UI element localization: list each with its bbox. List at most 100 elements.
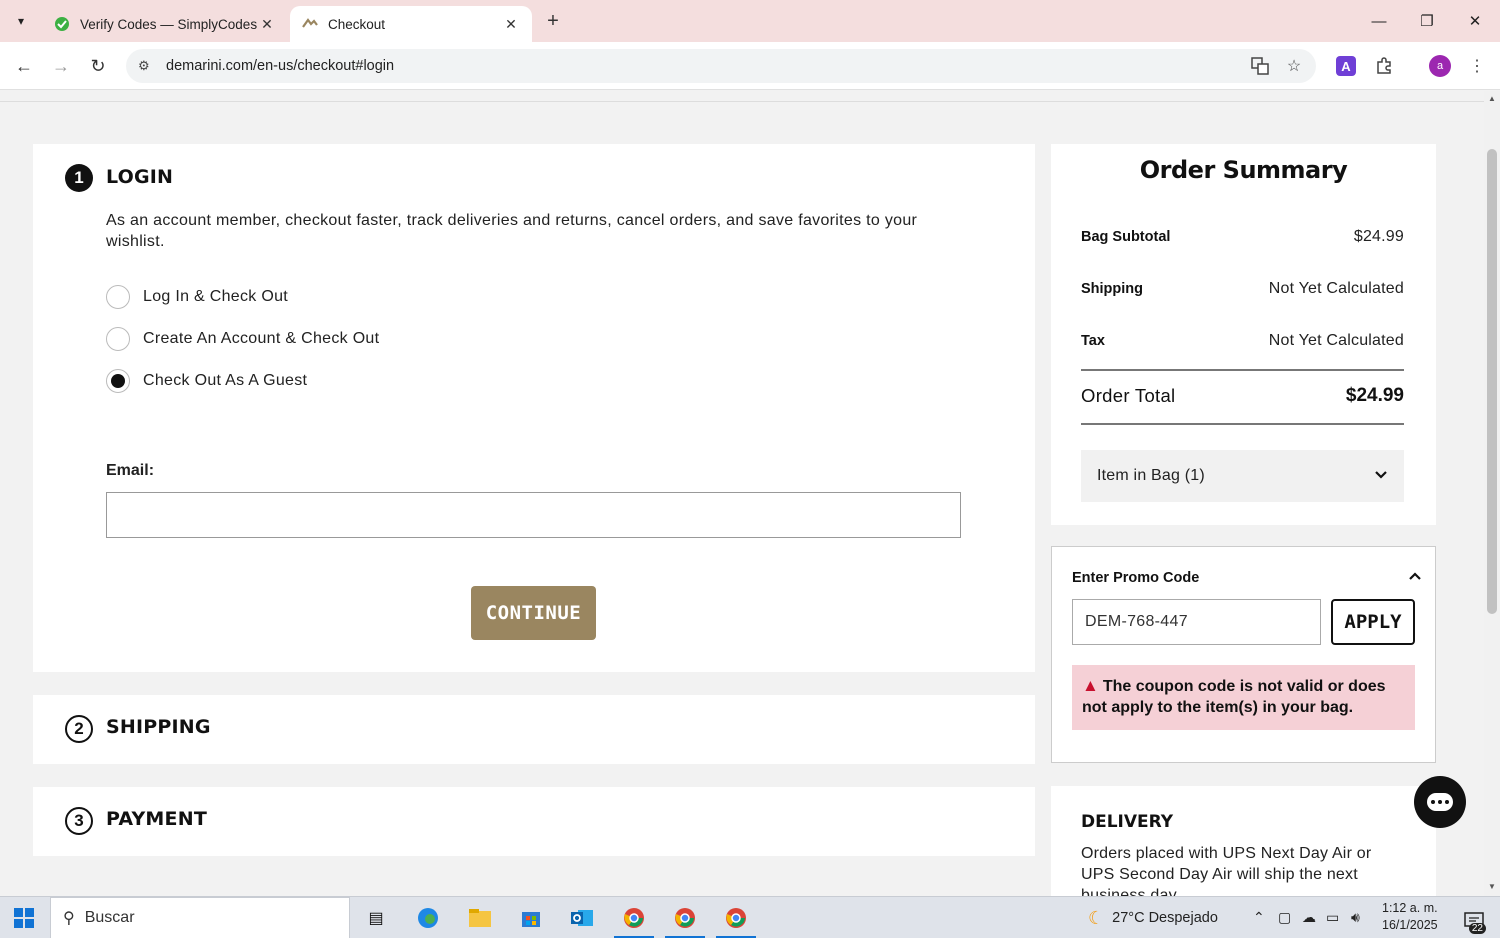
option-label: Log In & Check Out xyxy=(143,288,289,305)
clock-time: 1:12 a. m. xyxy=(1382,901,1438,915)
windows-taskbar: ⚲ Buscar ▤ ☾ 27°C Despejado ⌃ ▢ ☁ ▭ 🔊︎ 1… xyxy=(0,896,1500,938)
moon-icon: ☾ xyxy=(1088,907,1105,928)
step-number-badge: 3 xyxy=(65,807,93,835)
meet-now-icon[interactable]: ▢ xyxy=(1278,909,1291,926)
windows-start-icon[interactable] xyxy=(14,908,34,928)
error-text: The coupon code is not valid or does not… xyxy=(1082,678,1386,716)
promo-code-section: Enter Promo Code APPLY ▲The coupon code … xyxy=(1051,546,1436,763)
volume-icon[interactable]: 🔊︎ xyxy=(1351,909,1360,926)
row-value: Not Yet Calculated xyxy=(1268,280,1404,297)
browser-menu-icon[interactable]: ⋮ xyxy=(1465,54,1489,78)
outlook-icon[interactable] xyxy=(567,903,597,933)
email-field[interactable] xyxy=(106,492,961,538)
forward-arrow-icon[interactable]: → xyxy=(47,52,75,80)
option-guest-checkout[interactable]: Check Out As A Guest xyxy=(106,369,307,393)
close-window-icon[interactable]: ✕ xyxy=(1452,8,1498,34)
minimize-icon[interactable]: — xyxy=(1356,8,1402,34)
close-tab-icon[interactable]: ✕ xyxy=(502,16,520,33)
promo-code-input[interactable] xyxy=(1072,599,1321,645)
tab-search-chevron-icon[interactable]: ▾ xyxy=(8,8,34,34)
radio-button[interactable] xyxy=(106,285,130,309)
system-clock[interactable]: 1:12 a. m. 16/1/2025 xyxy=(1382,900,1438,934)
summary-row-total: Order Total $24.99 xyxy=(1081,385,1404,407)
scroll-down-arrow-icon[interactable]: ▼ xyxy=(1487,882,1497,891)
simplycodes-leaf-icon xyxy=(54,16,70,32)
scroll-thumb[interactable] xyxy=(1487,149,1497,614)
promo-label: Enter Promo Code xyxy=(1072,570,1200,586)
option-label: Create An Account & Check Out xyxy=(143,330,380,347)
address-bar[interactable]: ⚙ demarini.com/en-us/checkout#login xyxy=(126,49,1316,83)
shipping-section[interactable]: 2 SHIPPING xyxy=(33,695,1035,764)
login-description: As an account member, checkout faster, t… xyxy=(106,212,918,250)
scroll-up-arrow-icon[interactable]: ▲ xyxy=(1487,94,1497,103)
summary-row-tax: Tax Not Yet Calculated xyxy=(1081,332,1404,350)
order-summary: Order Summary Bag Subtotal $24.99 Shippi… xyxy=(1051,144,1436,525)
page-scrollbar[interactable]: ▲ ▼ xyxy=(1484,91,1500,896)
total-value: $24.99 xyxy=(1345,385,1404,406)
task-view-icon[interactable]: ▤ xyxy=(361,903,391,933)
warning-triangle-icon: ▲ xyxy=(1082,676,1099,695)
row-value: $24.99 xyxy=(1353,228,1404,245)
search-placeholder: Buscar xyxy=(84,909,135,926)
option-label: Check Out As A Guest xyxy=(143,372,308,389)
chrome-profile-1-icon[interactable] xyxy=(619,903,649,933)
notification-count-badge: 22 xyxy=(1468,923,1486,934)
promo-error-message: ▲ The coupon code is not valid or does no… xyxy=(1072,665,1415,730)
chevron-up-icon[interactable] xyxy=(1408,569,1422,584)
extensions-puzzle-icon[interactable] xyxy=(1372,54,1396,78)
chat-button[interactable] xyxy=(1414,776,1466,828)
weather-text: 27°C Despejado xyxy=(1112,910,1218,926)
apply-button[interactable]: APPLY xyxy=(1331,599,1415,645)
option-login-checkout[interactable]: Log In & Check Out xyxy=(106,285,288,309)
tray-chevron-up-icon[interactable]: ⌃ xyxy=(1253,909,1265,926)
section-title: SHIPPING xyxy=(106,716,211,738)
divider xyxy=(1081,423,1404,425)
login-section: 1 LOGIN As an account member, checkout f… xyxy=(33,144,1035,672)
section-title: LOGIN xyxy=(106,166,174,188)
items-in-bag-toggle[interactable]: Item in Bag (1) xyxy=(1081,450,1404,502)
edge-browser-icon[interactable] xyxy=(413,903,443,933)
weather-widget[interactable]: ☾ 27°C Despejado xyxy=(1088,897,1218,938)
new-tab-plus-icon[interactable]: + xyxy=(540,8,566,34)
tab-simplycodes[interactable]: Verify Codes — SimplyCodes ✕ xyxy=(42,6,288,42)
browser-toolbar: ← → ↻ ⚙ demarini.com/en-us/checkout#logi… xyxy=(0,42,1500,90)
extension-a-icon[interactable]: A xyxy=(1334,54,1358,78)
bookmark-star-icon[interactable]: ☆ xyxy=(1282,54,1306,78)
tab-title: Verify Codes — SimplyCodes xyxy=(80,16,258,32)
back-arrow-icon[interactable]: ← xyxy=(10,52,38,80)
chrome-profile-3-icon[interactable] xyxy=(721,903,751,933)
microsoft-store-icon[interactable] xyxy=(516,903,546,933)
notification-center-icon[interactable]: 22 xyxy=(1456,906,1486,934)
file-explorer-icon[interactable] xyxy=(465,903,495,933)
onedrive-cloud-icon[interactable]: ☁ xyxy=(1302,909,1316,926)
chat-bubble-icon xyxy=(1427,793,1453,811)
total-label: Order Total xyxy=(1081,385,1176,406)
bag-toggle-label: Item in Bag (1) xyxy=(1097,467,1205,484)
demarini-logo-icon xyxy=(302,16,318,32)
url-text: demarini.com/en-us/checkout#login xyxy=(166,58,395,74)
delivery-title: DELIVERY xyxy=(1081,812,1174,832)
continue-button[interactable]: CONTINUE xyxy=(471,586,596,640)
site-info-icon[interactable]: ⚙ xyxy=(138,58,156,74)
reload-icon[interactable]: ↻ xyxy=(84,52,112,80)
taskbar-search-box[interactable]: ⚲ Buscar xyxy=(50,897,350,938)
summary-row-shipping: Shipping Not Yet Calculated xyxy=(1081,280,1404,298)
translate-icon[interactable] xyxy=(1248,54,1272,78)
restore-icon[interactable]: ❐ xyxy=(1404,8,1450,34)
network-icon[interactable]: ▭ xyxy=(1326,909,1339,926)
profile-avatar[interactable]: a xyxy=(1429,55,1451,77)
tab-checkout[interactable]: Checkout ✕ xyxy=(290,6,532,42)
payment-section[interactable]: 3 PAYMENT xyxy=(33,787,1035,856)
chevron-down-icon xyxy=(1374,467,1388,485)
tab-title: Checkout xyxy=(328,16,386,32)
clock-date: 16/1/2025 xyxy=(1382,918,1438,932)
close-tab-icon[interactable]: ✕ xyxy=(258,16,276,33)
chrome-profile-2-icon[interactable] xyxy=(670,903,700,933)
summary-row-subtotal: Bag Subtotal $24.99 xyxy=(1081,228,1404,246)
radio-button-selected[interactable] xyxy=(106,369,130,393)
delivery-text: Orders placed with UPS Next Day Air or U… xyxy=(1081,845,1372,896)
option-create-account[interactable]: Create An Account & Check Out xyxy=(106,327,379,351)
radio-button[interactable] xyxy=(106,327,130,351)
row-label: Shipping xyxy=(1081,281,1144,297)
step-number-badge: 1 xyxy=(65,164,93,192)
